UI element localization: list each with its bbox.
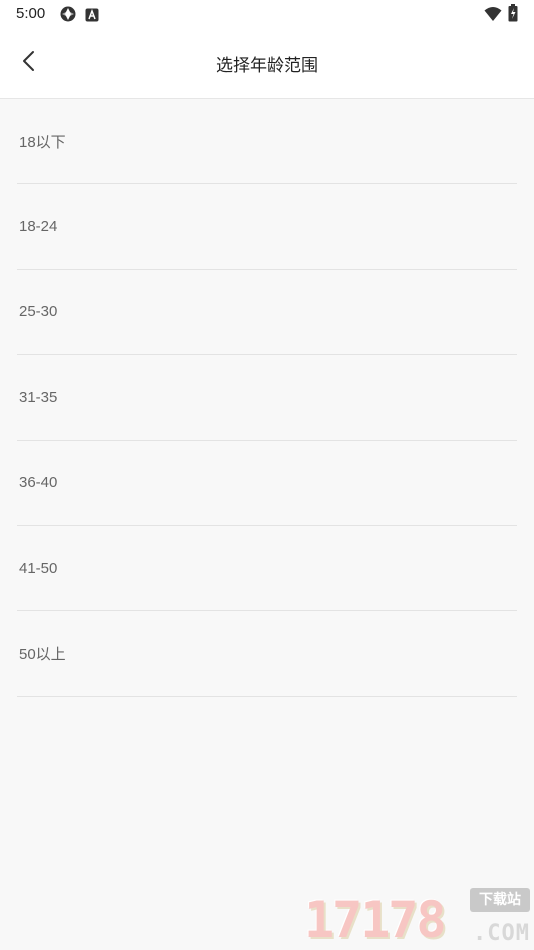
- list-item-label: 50以上: [19, 646, 66, 664]
- list-item-label: 41-50: [19, 559, 58, 577]
- list-item-age-31-35[interactable]: 31-35: [17, 355, 517, 441]
- list-item-age-36-40[interactable]: 36-40: [17, 441, 517, 526]
- app-header: 选择年龄范围: [0, 28, 534, 99]
- age-range-list: 18以下 18-24 25-30 31-35 36-40 41-50 50以上: [17, 99, 517, 697]
- list-item-age-18-24[interactable]: 18-24: [17, 184, 517, 270]
- a-badge-icon: [85, 7, 99, 26]
- list-item-age-41-50[interactable]: 41-50: [17, 526, 517, 612]
- watermark-badge: 下载站: [470, 888, 530, 912]
- list-item-label: 18以下: [19, 133, 66, 151]
- list-item-age-25-30[interactable]: 25-30: [17, 270, 517, 356]
- list-item-label: 36-40: [19, 474, 58, 492]
- status-bar: 5:00: [0, 0, 534, 28]
- status-time: 5:00: [16, 5, 46, 22]
- list-item-age-over-50[interactable]: 50以上: [17, 611, 517, 697]
- list-item-label: 31-35: [19, 388, 58, 406]
- list-item-label: 25-30: [19, 303, 58, 321]
- photo-icon: [59, 5, 77, 27]
- battery-icon: [508, 4, 518, 26]
- watermark-logo: 17178 下载站 .COM: [304, 888, 530, 948]
- list-item-age-under-18[interactable]: 18以下: [17, 99, 517, 185]
- wifi-icon: [484, 6, 502, 26]
- watermark-suffix: .COM: [473, 921, 530, 946]
- list-item-label: 18-24: [19, 218, 58, 236]
- watermark-digits: 17178: [304, 891, 447, 949]
- page-title: 选择年龄范围: [216, 56, 318, 76]
